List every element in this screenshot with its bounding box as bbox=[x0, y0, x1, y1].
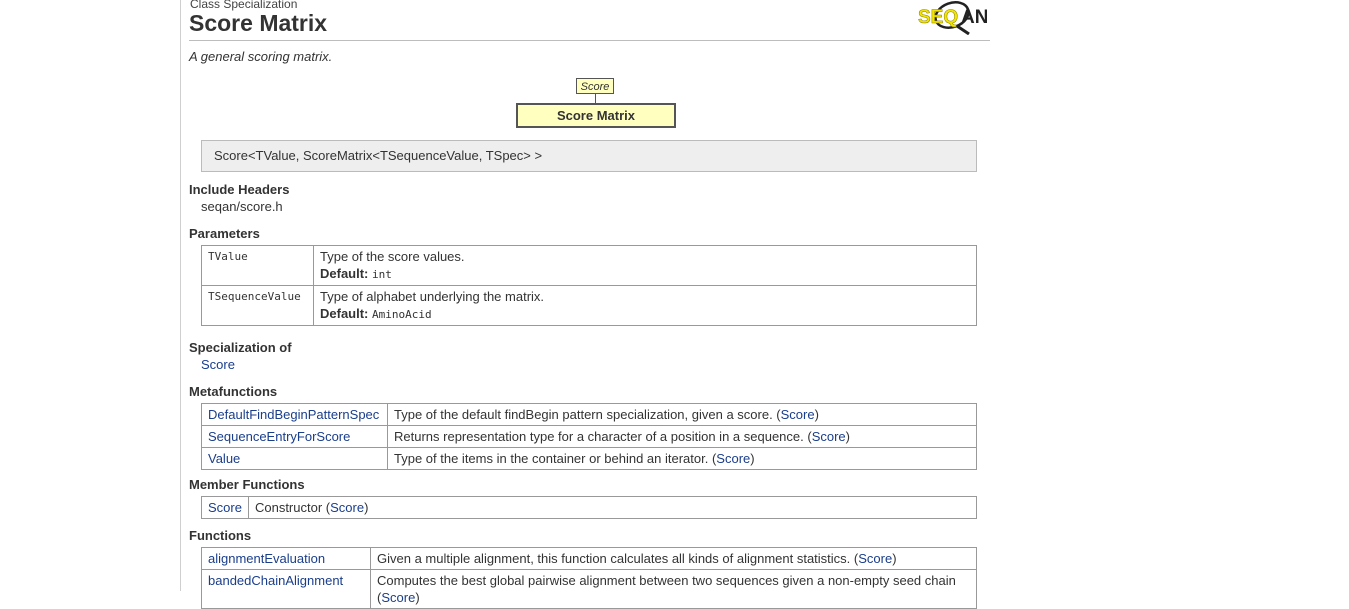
function-link[interactable]: alignmentEvaluation bbox=[208, 551, 325, 566]
diagram-current-box: Score Matrix bbox=[516, 103, 676, 128]
seqan-logo[interactable]: SEQ AN bbox=[917, 1, 987, 35]
score-ref-link[interactable]: Score bbox=[330, 500, 364, 515]
parameter-row: TValue Type of the score values. Default… bbox=[201, 245, 977, 286]
metafunction-link[interactable]: Value bbox=[208, 451, 240, 466]
function-description: Computes the best global pairwise alignm… bbox=[370, 569, 977, 609]
member-functions-table: Score Constructor (Score) bbox=[201, 496, 978, 519]
score-ref-link[interactable]: Score bbox=[812, 429, 846, 444]
specialization-of-heading: Specialization of bbox=[189, 340, 292, 355]
table-row: SequenceEntryForScore Returns representa… bbox=[201, 425, 977, 448]
table-row: alignmentEvaluation Given a multiple ali… bbox=[201, 547, 977, 570]
include-header-item: seqan/score.h bbox=[201, 199, 283, 214]
diagram-current-label: Score Matrix bbox=[556, 108, 636, 123]
class-summary: A general scoring matrix. bbox=[189, 49, 333, 64]
header-divider bbox=[189, 40, 990, 41]
parameter-desc-text: Type of alphabet underlying the matrix. bbox=[320, 289, 545, 304]
default-value: int bbox=[372, 268, 392, 281]
parameter-row: TSequenceValue Type of alphabet underlyi… bbox=[201, 285, 977, 326]
metafunction-description: Returns representation type for a charac… bbox=[387, 425, 977, 448]
table-row: bandedChainAlignment Computes the best g… bbox=[201, 569, 977, 609]
parameter-desc-text: Type of the score values. bbox=[320, 249, 465, 264]
score-ref-link[interactable]: Score bbox=[781, 407, 815, 422]
member-function-link[interactable]: Score bbox=[208, 500, 242, 515]
doc-page: Class Specialization Score Matrix SEQ AN… bbox=[180, 0, 990, 609]
parameter-default: Default: AminoAcid bbox=[320, 305, 970, 323]
function-link[interactable]: bandedChainAlignment bbox=[208, 573, 343, 588]
include-headers-heading: Include Headers bbox=[189, 182, 290, 197]
metafunction-description: Type of the items in the container or be… bbox=[387, 447, 977, 470]
parameter-default: Default: int bbox=[320, 265, 970, 283]
member-function-description: Constructor (Score) bbox=[247, 496, 978, 519]
score-ref-link[interactable]: Score bbox=[381, 590, 415, 605]
svg-text:AN: AN bbox=[961, 7, 987, 28]
page-title: Score Matrix bbox=[189, 10, 328, 36]
default-label: Default: bbox=[320, 306, 369, 321]
parameters-table: TValue Type of the score values. Default… bbox=[201, 245, 977, 326]
metafunctions-heading: Metafunctions bbox=[189, 384, 278, 399]
default-value: AminoAcid bbox=[372, 308, 432, 321]
parameter-name: TSequenceValue bbox=[201, 285, 314, 326]
table-row: Value Type of the items in the container… bbox=[201, 447, 977, 470]
default-label: Default: bbox=[320, 266, 369, 281]
diagram-parent-label: Score bbox=[580, 81, 610, 93]
function-description: Given a multiple alignment, this functio… bbox=[370, 547, 977, 570]
diagram-parent-box[interactable]: Score bbox=[576, 78, 614, 94]
diagram-connector bbox=[595, 94, 596, 103]
score-ref-link[interactable]: Score bbox=[716, 451, 750, 466]
metafunction-link[interactable]: DefaultFindBeginPatternSpec bbox=[208, 407, 379, 422]
parameter-name: TValue bbox=[201, 245, 314, 286]
parameters-heading: Parameters bbox=[189, 226, 260, 241]
svg-text:SEQ: SEQ bbox=[918, 7, 958, 28]
parameter-description: Type of the score values. Default: int bbox=[313, 245, 977, 286]
functions-heading: Functions bbox=[189, 528, 252, 543]
functions-table: alignmentEvaluation Given a multiple ali… bbox=[201, 547, 977, 609]
metafunctions-table: DefaultFindBeginPatternSpec Type of the … bbox=[201, 403, 977, 470]
member-functions-heading: Member Functions bbox=[189, 477, 305, 492]
metafunction-description: Type of the default findBegin pattern sp… bbox=[387, 403, 977, 426]
parameter-description: Type of alphabet underlying the matrix. … bbox=[313, 285, 977, 326]
table-row: Score Constructor (Score) bbox=[201, 496, 978, 519]
class-signature: Score<TValue, ScoreMatrix<TSequenceValue… bbox=[201, 140, 977, 172]
metafunction-link[interactable]: SequenceEntryForScore bbox=[208, 429, 350, 444]
score-ref-link[interactable]: Score bbox=[858, 551, 892, 566]
specialization-of-link[interactable]: Score bbox=[201, 357, 235, 372]
table-row: DefaultFindBeginPatternSpec Type of the … bbox=[201, 403, 977, 426]
